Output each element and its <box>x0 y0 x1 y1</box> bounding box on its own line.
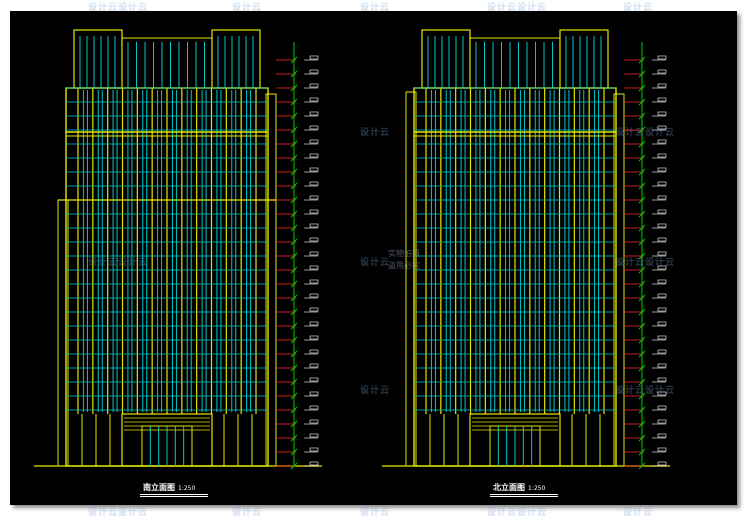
level-tag <box>657 97 667 102</box>
level-tag <box>309 461 319 466</box>
level-tag <box>309 69 319 74</box>
watermark: 设计云 <box>623 508 654 518</box>
watermark: 设计云设计云 <box>487 508 548 518</box>
level-tag <box>657 111 667 116</box>
north-elevation-title-text: 北立面图 <box>493 483 525 492</box>
level-tag <box>309 195 319 200</box>
level-tag <box>309 377 319 382</box>
level-tag <box>309 335 319 340</box>
level-tag <box>657 461 667 466</box>
level-tag <box>309 363 319 368</box>
watermark: 设计云 <box>232 508 263 518</box>
stamp-line-1: 实物拍摄 <box>388 249 420 258</box>
level-tag <box>657 335 667 340</box>
south-elevation-title-text: 南立面图 <box>143 483 175 492</box>
north-elevation <box>382 29 670 470</box>
watermark: 设计云 <box>623 3 654 13</box>
level-tag <box>657 321 667 326</box>
watermark: 设计云 <box>232 3 263 13</box>
level-tag <box>309 321 319 326</box>
level-tag <box>657 139 667 144</box>
level-tag <box>657 195 667 200</box>
north-elevation-scale: 1:250 <box>528 485 546 492</box>
level-tag <box>309 153 319 158</box>
level-tag <box>309 83 319 88</box>
level-tag <box>657 419 667 424</box>
level-tag <box>309 209 319 214</box>
watermark: 设计云设计云 <box>615 258 676 268</box>
level-tag <box>309 265 319 270</box>
level-tag <box>657 307 667 312</box>
level-tag <box>309 419 319 424</box>
level-tag <box>657 349 667 354</box>
level-tag <box>309 433 319 438</box>
watermark: 设计云设计云 <box>487 3 548 13</box>
level-tag <box>309 391 319 396</box>
level-tag <box>657 433 667 438</box>
south-elevation <box>34 29 322 470</box>
center-stamp: 实物拍摄 盗用必究 <box>388 248 420 272</box>
watermark: 设计云设计云 <box>88 508 149 518</box>
level-tag <box>657 293 667 298</box>
level-tag <box>657 209 667 214</box>
level-tag <box>657 153 667 158</box>
south-elevation-scale: 1:250 <box>178 485 196 492</box>
level-tag <box>309 223 319 228</box>
watermark: 设计云 <box>360 128 391 138</box>
level-tag <box>309 279 319 284</box>
watermark: 设计云 <box>360 386 391 396</box>
level-tag <box>657 69 667 74</box>
watermark: 设计云 <box>360 3 391 13</box>
level-tag <box>657 447 667 452</box>
watermark: 设计云设计云 <box>615 386 676 396</box>
stamp-line-2: 盗用必究 <box>388 261 420 270</box>
level-tag <box>657 167 667 172</box>
south-title-underline <box>140 494 208 497</box>
north-title-underline <box>490 494 558 497</box>
level-tag <box>309 97 319 102</box>
level-tag <box>657 237 667 242</box>
crown-center <box>121 37 213 89</box>
level-tag <box>309 349 319 354</box>
south-elevation-title: 南立面图 1:250 <box>143 482 195 493</box>
level-tag <box>309 447 319 452</box>
watermark: 设计云 <box>360 258 391 268</box>
level-tag <box>309 307 319 312</box>
level-tag <box>309 251 319 256</box>
level-tag <box>309 125 319 130</box>
level-tag <box>309 181 319 186</box>
level-tag <box>657 181 667 186</box>
watermark: 设计云设计云 <box>88 3 149 13</box>
level-tag <box>309 167 319 172</box>
level-tag <box>309 55 319 60</box>
watermark: 设计云设计云 <box>88 258 149 268</box>
north-elevation-title: 北立面图 1:250 <box>493 482 545 493</box>
level-tag <box>309 293 319 298</box>
level-tag <box>657 377 667 382</box>
level-tag <box>657 405 667 410</box>
level-tag <box>309 111 319 116</box>
level-tag <box>657 363 667 368</box>
level-tag <box>657 223 667 228</box>
watermark: 设计云 <box>360 508 391 518</box>
level-tag <box>309 139 319 144</box>
level-tag <box>309 237 319 242</box>
level-tag <box>657 279 667 284</box>
crown-center <box>469 37 561 89</box>
level-tag <box>657 83 667 88</box>
level-tag <box>657 55 667 60</box>
level-tag <box>309 405 319 410</box>
watermark: 设计云设计云 <box>615 128 676 138</box>
